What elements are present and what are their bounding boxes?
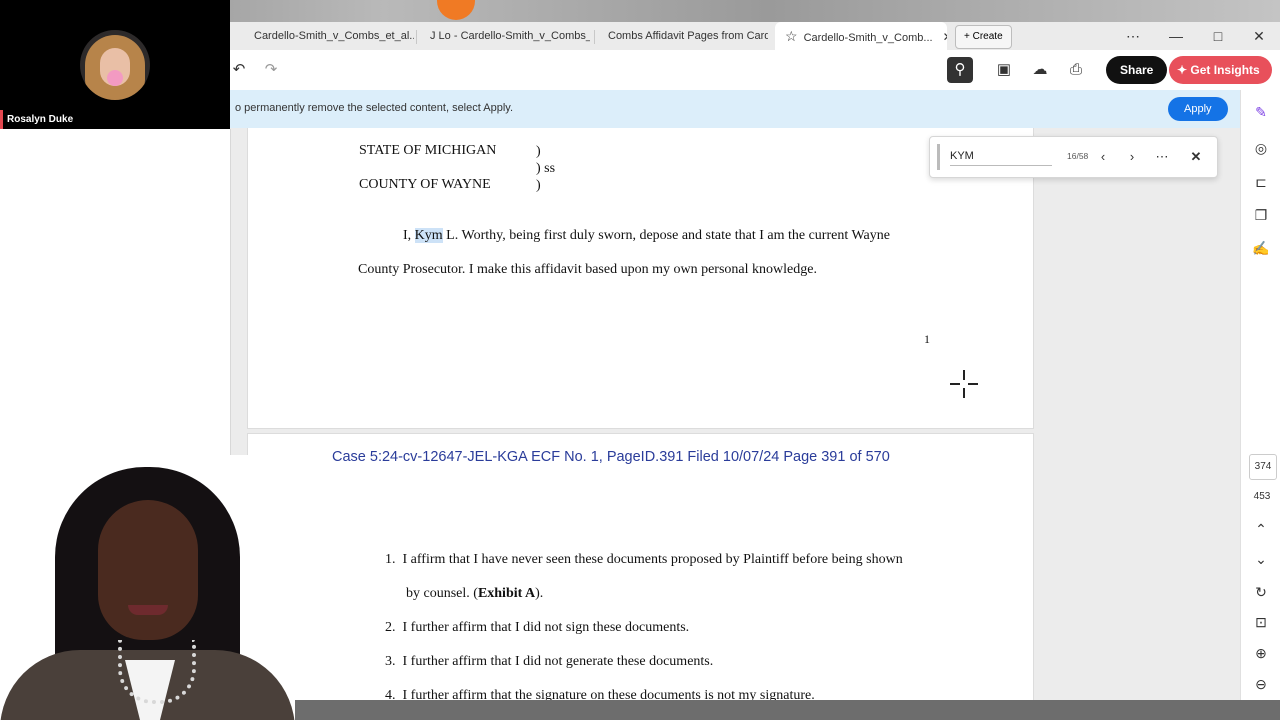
star-icon[interactable]: ☆ (785, 28, 798, 44)
list-item: 3. I further affirm that I did not gener… (385, 654, 713, 670)
item-text: I further affirm that I did not generate… (402, 654, 714, 669)
fit-page-icon[interactable]: ⊡ (1249, 610, 1273, 634)
tab-label: Cardello-Smith_v_Combs_et_al... (254, 30, 414, 42)
create-label: Create (972, 31, 1003, 42)
county-line: COUNTY OF WAYNE (359, 177, 491, 192)
search-highlight: Kym (414, 228, 443, 243)
sign-icon[interactable]: ✍ (1249, 236, 1273, 260)
find-panel: KYM 16/58 ‹ › ⋯ ✕ (929, 136, 1218, 178)
affidavit-paragraph-line2: County Prosecutor. I make this affidavit… (358, 262, 817, 277)
avatar (80, 30, 150, 100)
item-text: I further affirm that I did not sign the… (402, 620, 690, 635)
ss-mark: ) ss (536, 161, 556, 176)
close-tab-icon[interactable]: ✕ (943, 30, 947, 44)
tab-separator (594, 30, 595, 44)
print-icon[interactable]: ⎙ (1063, 57, 1089, 83)
pdf-page: STATE OF MICHIGAN ) ) ss COUNTY OF WAYNE… (247, 128, 1034, 429)
background-wall (295, 700, 1280, 720)
tab-label: Combs Affidavit Pages from Card... (608, 30, 768, 42)
ai-assistant-icon[interactable]: ✎ (1249, 100, 1273, 124)
tab-active-cardello[interactable]: ☆ Cardello-Smith_v_Comb... ✕ (775, 22, 947, 50)
plus-icon: + (964, 31, 973, 42)
case-header: Case 5:24-cv-12647-JEL-KGA ECF No. 1, Pa… (332, 449, 890, 465)
comment-icon[interactable]: ◎ (1249, 136, 1273, 160)
close-find-icon[interactable]: ✕ (1186, 147, 1206, 167)
redo-icon[interactable]: ↷ (258, 57, 284, 83)
item-number: 1. (385, 552, 396, 567)
next-result-icon[interactable]: › (1122, 147, 1142, 167)
list-item: 2. I further affirm that I did not sign … (385, 620, 689, 636)
tab-label: Cardello-Smith_v_Comb... (803, 32, 933, 44)
apply-button[interactable]: Apply (1168, 97, 1228, 121)
state-line: STATE OF MICHIGAN (359, 143, 497, 158)
chevron-up-icon[interactable]: ⌃ (1249, 517, 1273, 541)
share-button[interactable]: Share (1106, 56, 1168, 84)
left-panel (0, 129, 231, 455)
speaker-indicator (0, 110, 3, 129)
pages-icon[interactable]: ❐ (1249, 203, 1273, 227)
document-viewer[interactable]: STATE OF MICHIGAN ) ) ss COUNTY OF WAYNE… (230, 128, 1240, 715)
bracket: ) (536, 178, 541, 193)
tab-separator (416, 30, 417, 44)
video-tile-photo (0, 455, 295, 720)
total-pages: 453 (1253, 491, 1271, 502)
para-prefix: I, (403, 228, 415, 243)
cont-suffix: ). (535, 586, 544, 601)
affidavit-paragraph-line1: I, Kym L. Worthy, being first duly sworn… (403, 228, 890, 244)
document-toolbar: ↶ ↷ ⚲ ▣ ☁ ⎙ Share ✦ Get Insights (230, 50, 1280, 91)
exhibit-ref: Exhibit A (477, 586, 536, 601)
zoom-out-icon[interactable]: ⊖ (1249, 672, 1273, 696)
get-insights-button[interactable]: ✦ Get Insights (1169, 56, 1272, 84)
para-rest: L. Worthy, being first duly sworn, depos… (442, 228, 890, 243)
page-number: 1 (924, 332, 930, 346)
bookmark-icon[interactable]: ⊏ (1249, 170, 1273, 194)
tab-cardello-smith[interactable]: Cardello-Smith_v_Combs_et_al... (244, 22, 414, 50)
create-button[interactable]: + Create (955, 25, 1012, 49)
tab-label: J Lo - Cardello-Smith_v_Combs_... (430, 30, 590, 42)
find-count: 16/58 (1067, 151, 1089, 161)
info-message: o permanently remove the selected conten… (235, 102, 514, 114)
insights-label: Get Insights (1190, 63, 1260, 77)
minimize-button[interactable]: — (1162, 22, 1190, 50)
chevron-down-icon[interactable]: ⌄ (1249, 547, 1273, 571)
save-icon[interactable]: ▣ (991, 57, 1017, 83)
current-page-indicator[interactable]: 374 (1249, 454, 1277, 480)
insights-icon: ✦ (1177, 63, 1191, 77)
right-tool-rail: ✎ ◎ ⊏ ❐ ✍ 374 453 ⌃ ⌄ ↻ ⊡ ⊕ ⊖ (1240, 90, 1280, 700)
zoom-in-icon[interactable]: ⊕ (1249, 641, 1273, 665)
previous-result-icon[interactable]: ‹ (1093, 147, 1113, 167)
browser-tab-bar: Cardello-Smith_v_Combs_et_al... J Lo - C… (230, 22, 1280, 50)
cont-prefix: by counsel. ( (406, 586, 478, 601)
video-tile-participant[interactable]: Rosalyn Duke (0, 0, 230, 129)
upload-cloud-icon[interactable]: ☁ (1027, 57, 1053, 83)
participant-name: Rosalyn Duke (7, 114, 74, 125)
redact-info-bar: o permanently remove the selected conten… (230, 90, 1240, 128)
bracket: ) (536, 144, 541, 159)
list-item: 1. I affirm that I have never seen these… (385, 552, 903, 568)
close-window-button[interactable]: ✕ (1245, 22, 1273, 50)
maximize-button[interactable]: □ (1204, 22, 1232, 50)
find-divider (937, 144, 940, 170)
tab-combs-affidavit[interactable]: Combs Affidavit Pages from Card... (598, 22, 768, 50)
tab-jlo-cardello[interactable]: J Lo - Cardello-Smith_v_Combs_... (420, 22, 590, 50)
more-options-icon[interactable]: ⋯ (1119, 22, 1147, 50)
list-item-continuation: by counsel. (Exhibit A). (406, 586, 543, 602)
item-number: 3. (385, 654, 396, 669)
search-icon[interactable]: ⚲ (947, 57, 973, 83)
crosshair-cursor-icon (950, 370, 978, 398)
refresh-icon[interactable]: ↻ (1249, 580, 1273, 604)
more-options-icon[interactable]: ⋯ (1152, 147, 1172, 167)
item-text: I affirm that I have never seen these do… (402, 552, 903, 567)
item-number: 2. (385, 620, 396, 635)
pdf-page: Case 5:24-cv-12647-JEL-KGA ECF No. 1, Pa… (247, 433, 1034, 715)
find-input[interactable]: KYM (950, 147, 1052, 166)
